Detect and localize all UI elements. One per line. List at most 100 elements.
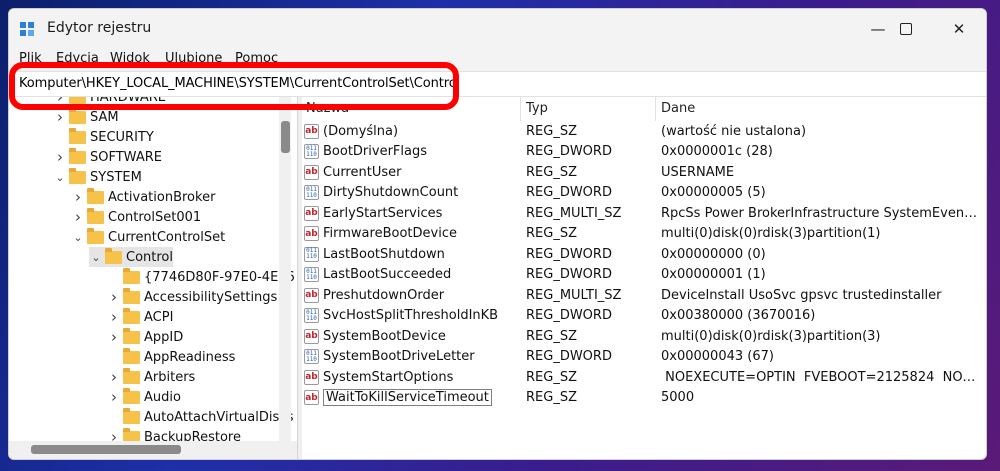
folder-icon — [123, 267, 140, 284]
tree-item[interactable]: › AccessibilitySettings — [107, 287, 277, 307]
value-row[interactable]: ab SystemBootDevice REG_SZ multi(0)disk(0)r… — [302, 326, 986, 346]
tree-item-label: AppReadiness — [144, 349, 236, 365]
value-name-cell: 011 110 SystemBootDriveLetter — [304, 349, 475, 364]
tree-item[interactable]: AppReadiness — [107, 347, 235, 367]
value-type: REG_DWORD — [526, 349, 612, 364]
chevron-right-icon[interactable]: › — [107, 308, 121, 326]
value-type: REG_DWORD — [526, 246, 612, 262]
value-row[interactable]: 011 110 BootDriverFlags REG_DWORD 0x0000001c… — [302, 142, 986, 162]
value-type: REG_SZ — [526, 164, 577, 180]
tree-item[interactable]: › Arbiters — [107, 367, 195, 387]
chevron-right-icon[interactable]: › — [107, 288, 121, 306]
value-row[interactable]: 011 110 LastBootSucceeded REG_DWORD 0x000000… — [302, 265, 986, 285]
string-value-icon: ab — [304, 369, 319, 385]
chevron-down-icon[interactable]: ⌄ — [89, 251, 103, 264]
chevron-right-icon[interactable]: › — [107, 388, 121, 406]
maximize-button[interactable] — [886, 15, 926, 43]
value-data: USERNAME — [661, 164, 735, 180]
tree-item[interactable]: ⌄ Control — [89, 247, 173, 267]
value-data: 5000 — [661, 390, 695, 405]
value-row[interactable]: ab EarlyStartServices REG_MULTI_SZ RpcSs Po… — [302, 203, 986, 223]
tree-item[interactable]: {7746D80F-97E0-4E26 — [107, 267, 295, 287]
folder-icon — [123, 407, 140, 424]
column-divider[interactable] — [520, 97, 521, 121]
value-row[interactable]: ab CurrentUser REG_SZ USERNAME — [302, 162, 986, 182]
close-button[interactable]: ✕ — [939, 15, 979, 43]
value-name-cell: ab FirmwareBootDevice — [304, 226, 457, 241]
tree-item[interactable]: SECURITY — [53, 127, 154, 147]
value-row[interactable]: 011 110 SystemBootDriveLetter REG_DWORD 0x00… — [302, 347, 986, 367]
chevron-right-icon[interactable]: › — [71, 188, 85, 206]
tree-item-label: ACPI — [144, 309, 174, 325]
title-bar[interactable]: Edytor rejestru — ✕ — [9, 9, 986, 49]
value-row[interactable]: ab SystemStartOptions REG_SZ NOEXECUTE=OPT… — [302, 367, 986, 387]
value-data: NOEXECUTE=OPTIN FVEBOOT=2125824 NOVGA — [661, 369, 979, 385]
tree-item[interactable]: › AppID — [107, 327, 183, 347]
value-type: REG_SZ — [526, 390, 577, 405]
value-name: SystemBootDevice — [323, 328, 446, 344]
value-row[interactable]: 011 110 LastBootShutdown REG_DWORD 0x0000000… — [302, 244, 986, 264]
value-row[interactable]: ab (Domyślna) REG_SZ (wartość nie ustalona) — [302, 121, 986, 141]
value-type: REG_SZ — [526, 123, 577, 139]
value-name-cell: ab SystemStartOptions — [304, 369, 453, 385]
binary-value-icon: 011 110 — [304, 267, 319, 282]
tree-item-label: ControlSet001 — [108, 209, 202, 225]
tree-item[interactable]: ⌄ SYSTEM — [53, 167, 142, 187]
chevron-right-icon[interactable]: › — [71, 208, 85, 226]
value-type: REG_DWORD — [526, 308, 612, 323]
tree-item-label: SYSTEM — [90, 169, 142, 185]
binary-value-icon: 011 110 — [304, 144, 319, 159]
registry-key-tree[interactable]: › HARDWARE › SAM SECURITY › SOFTWARE ⌄ SYSTEM › Ac… — [9, 97, 297, 459]
chevron-right-icon[interactable]: › — [107, 328, 121, 346]
tree-item[interactable]: AutoAttachVirtualDisks — [107, 407, 294, 427]
tree-item[interactable]: › SOFTWARE — [53, 147, 162, 167]
chevron-right-icon[interactable]: › — [53, 148, 67, 166]
value-row[interactable]: ab PreshutdownOrder REG_MULTI_SZ DeviceInst… — [302, 285, 986, 305]
folder-icon — [123, 347, 140, 364]
tree-vertical-scroll-thumb[interactable] — [281, 121, 290, 153]
folder-icon — [105, 247, 122, 264]
value-data: (wartość nie ustalona) — [661, 123, 807, 139]
tree-item[interactable]: › ACPI — [107, 307, 173, 327]
value-name-cell: ab EarlyStartServices — [304, 205, 442, 221]
value-name-cell: ab SystemBootDevice — [304, 328, 446, 344]
registry-editor-window: Edytor rejestru — ✕ Plik Edycja Widok Ul… — [8, 8, 987, 460]
binary-value-icon: 011 110 — [304, 308, 319, 323]
tree-item[interactable]: › SAM — [53, 107, 119, 127]
tree-item[interactable]: › Audio — [107, 387, 181, 407]
value-type: REG_DWORD — [526, 144, 612, 159]
tree-item[interactable]: › ActivationBroker — [71, 187, 215, 207]
value-row[interactable]: ab WaitToKillServiceTimeout REG_SZ 5000 — [302, 388, 986, 408]
chevron-right-icon[interactable]: › — [107, 368, 121, 386]
minimize-icon: — — [870, 20, 886, 38]
tree-item-label: AccessibilitySettings — [144, 289, 278, 305]
column-header-type[interactable]: Typ — [526, 101, 548, 116]
value-row[interactable]: ab FirmwareBootDevice REG_SZ multi(0)disk(0… — [302, 224, 986, 244]
folder-icon — [69, 127, 86, 144]
tree-horizontal-scroll-thumb[interactable] — [31, 445, 181, 454]
chevron-down-icon[interactable]: ⌄ — [71, 231, 85, 244]
tree-item-label: AppID — [144, 329, 184, 345]
value-name-cell: 011 110 BootDriverFlags — [304, 144, 427, 159]
tree-item-label: {7746D80F-97E0-4E26 — [144, 269, 295, 285]
column-header-data[interactable]: Dane — [661, 101, 695, 116]
value-name: DirtyShutdownCount — [323, 185, 459, 200]
tree-item[interactable]: › ControlSet001 — [71, 207, 201, 227]
value-row[interactable]: 011 110 SvcHostSplitThresholdInKB REG_DWORD… — [302, 306, 986, 326]
value-type: REG_SZ — [526, 226, 577, 241]
binary-value-icon: 011 110 — [304, 185, 319, 200]
tree-item-label: ActivationBroker — [108, 189, 216, 205]
maximize-icon — [900, 23, 912, 35]
value-name-cell: 011 110 LastBootSucceeded — [304, 267, 451, 282]
tree-item-label: SOFTWARE — [90, 149, 162, 165]
column-divider[interactable] — [655, 97, 656, 121]
chevron-right-icon[interactable]: › — [53, 108, 67, 126]
value-data: 0x00000000 (0) — [661, 246, 766, 262]
folder-icon — [87, 187, 104, 204]
value-data: DeviceInstall UsoSvc gpsvc trustedinstal… — [661, 287, 942, 303]
value-row[interactable]: 011 110 DirtyShutdownCount REG_DWORD 0x00000… — [302, 183, 986, 203]
tree-item[interactable]: ⌄ CurrentControlSet — [71, 227, 225, 247]
value-data: 0x0000001c (28) — [661, 144, 773, 159]
value-data: 0x00000001 (1) — [661, 267, 766, 282]
chevron-down-icon[interactable]: ⌄ — [53, 171, 67, 184]
